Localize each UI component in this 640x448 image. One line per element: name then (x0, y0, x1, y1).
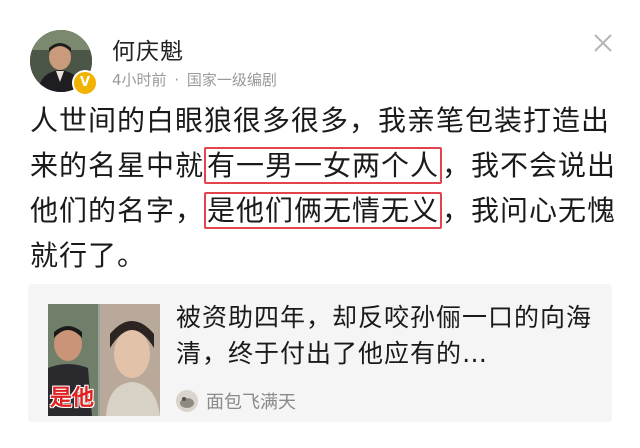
verified-badge-icon: V (72, 70, 98, 96)
post-body: 人世间的白眼狼很多很多，我亲笔包装打造出来的名星中就 有一男一女两个人 ，我不会说出… (30, 98, 620, 278)
source-name: 面包飞满天 (206, 392, 296, 413)
post-header: V 何庆魁 4小时前 · 国家一级编剧 (0, 0, 640, 100)
thumbnail-caption: 是他 (50, 386, 95, 411)
highlighted-phrase: 有一男一女两个人 (204, 147, 443, 184)
meta-separator: · (174, 71, 180, 89)
post-text: ， (442, 194, 472, 227)
author-title: 国家一级编剧 (186, 71, 277, 89)
post-meta: 4小时前 · 国家一级编剧 (112, 69, 277, 90)
article-thumbnail: 是他 (48, 304, 160, 416)
close-icon[interactable] (591, 31, 615, 55)
linked-article-card[interactable]: 是他 被资助四年，却反咬孙俪一口的向海清，终于付出了他应有的… 面包飞满天 (28, 284, 612, 422)
source-avatar-icon (176, 390, 198, 412)
highlighted-phrase: 是他们俩无情无义 (204, 192, 443, 229)
article-source: 面包飞满天 (176, 388, 296, 414)
post-time: 4小时前 (112, 71, 167, 89)
author-name[interactable]: 何庆魁 (112, 32, 184, 66)
article-title: 被资助四年，却反咬孙俪一口的向海清，终于付出了他应有的… (176, 303, 593, 368)
